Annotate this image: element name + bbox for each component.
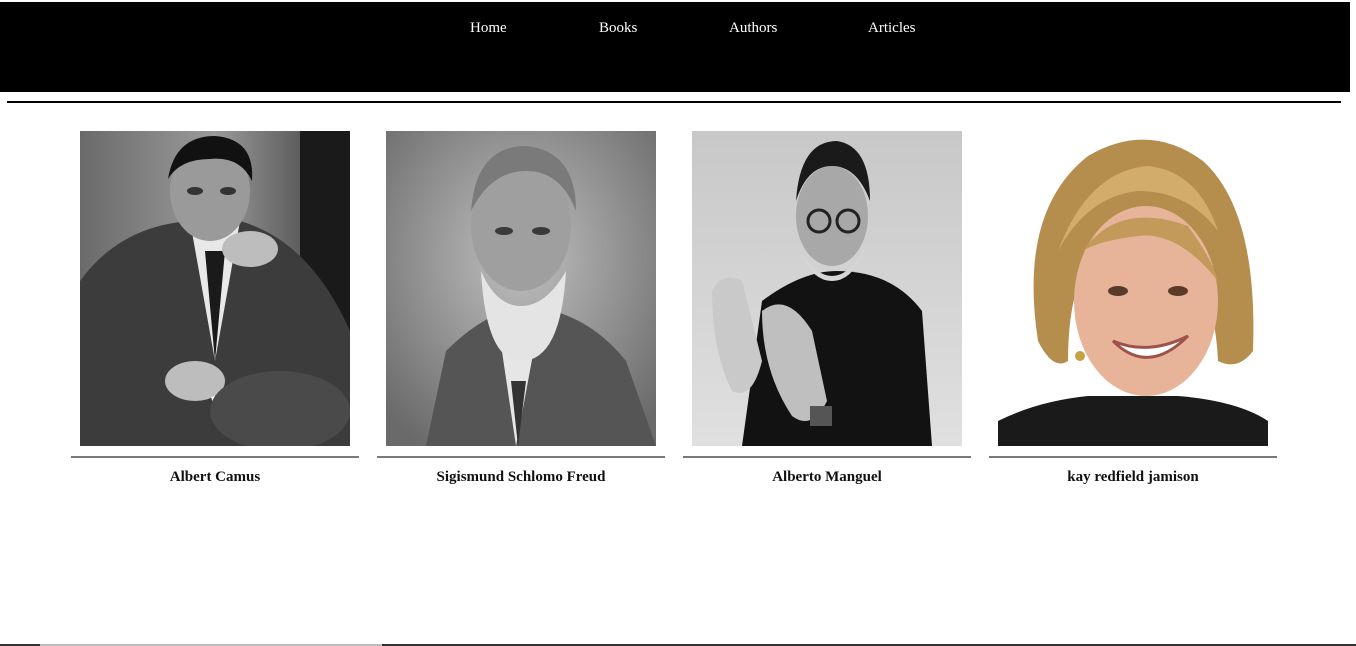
nav-link-books[interactable]: Books xyxy=(599,20,637,37)
author-name[interactable]: Alberto Manguel xyxy=(683,469,971,486)
author-portrait-camus[interactable] xyxy=(80,131,350,446)
nav-link-home[interactable]: Home xyxy=(470,20,507,37)
author-card-jamison[interactable]: kay redfield jamison xyxy=(989,131,1277,491)
author-name[interactable]: Albert Camus xyxy=(71,469,359,486)
card-divider xyxy=(377,456,665,458)
author-name[interactable]: kay redfield jamison xyxy=(989,469,1277,486)
author-card-freud[interactable]: Sigismund Schlomo Freud xyxy=(377,131,665,491)
author-portrait-manguel[interactable] xyxy=(692,131,962,446)
card-divider xyxy=(989,456,1277,458)
nav-link-articles[interactable]: Articles xyxy=(868,20,915,37)
top-navbar: Home Books Authors Articles xyxy=(0,2,1350,92)
card-divider xyxy=(683,456,971,458)
author-portrait-freud[interactable] xyxy=(386,131,656,446)
nav-link-authors[interactable]: Authors xyxy=(729,20,777,37)
author-card-manguel[interactable]: Alberto Manguel xyxy=(683,131,971,491)
header-divider xyxy=(7,101,1341,103)
card-divider xyxy=(71,456,359,458)
author-portrait-jamison[interactable] xyxy=(998,131,1268,446)
author-card-camus[interactable]: Albert Camus xyxy=(71,131,359,491)
author-name[interactable]: Sigismund Schlomo Freud xyxy=(377,469,665,486)
